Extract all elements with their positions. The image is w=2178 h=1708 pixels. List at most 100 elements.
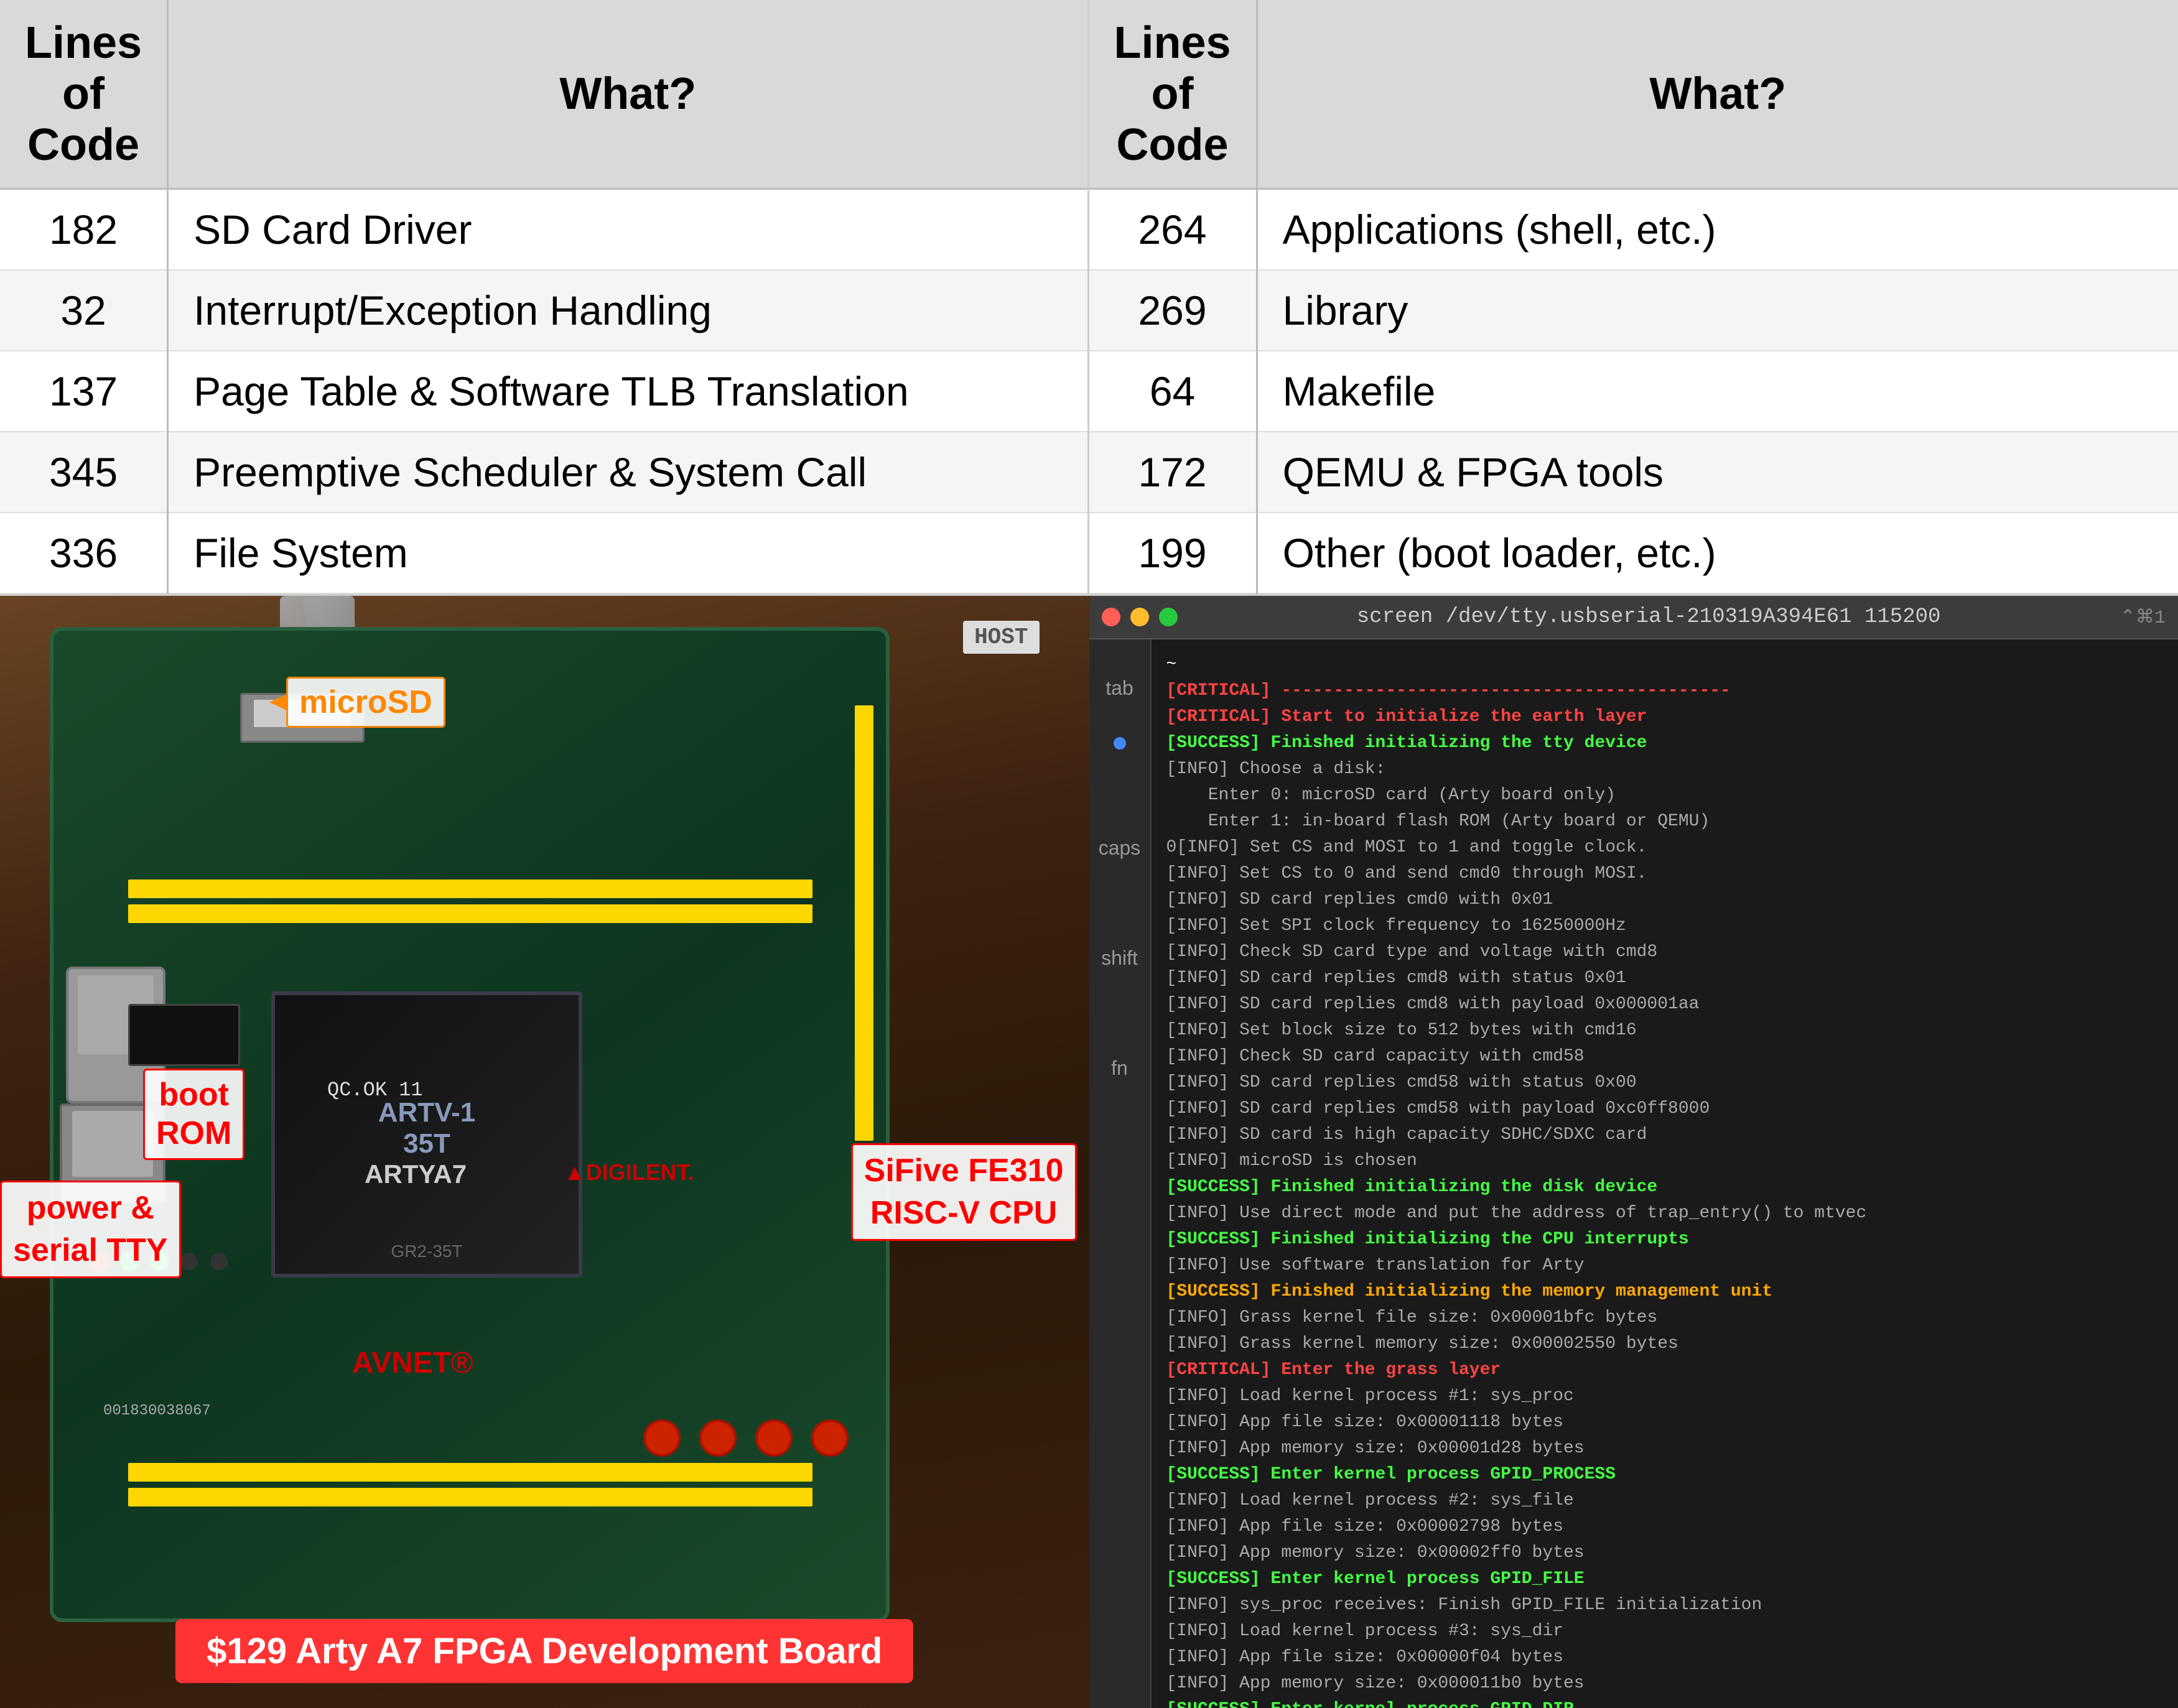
terminal-line: [INFO] Load kernel process #3: sys_dir [1166,1618,2164,1645]
table-row: 336File System [0,513,1087,593]
what-cell: Library [1257,270,2178,351]
terminal-line: [INFO] Check SD card type and voltage wi… [1166,939,2164,965]
board-section: HOST [0,596,1089,1708]
table-row: 199Other (boot loader, etc.) [1089,513,2178,593]
table-row: 182SD Card Driver [0,189,1087,271]
loc-cell: 345 [0,432,168,513]
terminal-line: [SUCCESS] Finished initializing the CPU … [1166,1227,2164,1253]
btn3 [755,1419,793,1457]
minimize-button[interactable] [1130,608,1149,626]
caps-key: caps [1099,837,1141,860]
shift-key: shift [1101,947,1138,970]
table-row: 32Interrupt/Exception Handling [0,270,1087,351]
header-pins-top2 [128,904,812,923]
terminal-line: [INFO] Set SPI clock frequency to 162500… [1166,913,2164,939]
terminal-line: [INFO] SD card replies cmd8 with payload… [1166,991,2164,1018]
close-button[interactable] [1102,608,1120,626]
terminal-line: [CRITICAL] -----------------------------… [1166,678,2164,704]
right-col1-header: Lines of Code [1089,0,1257,189]
terminal-line: [INFO] microSD is chosen [1166,1148,2164,1174]
right-col2-header: What? [1257,0,2178,189]
right-table: Lines of Code What? 264Applications (she… [1089,0,2178,594]
loc-cell: 64 [1089,351,1257,432]
board-price-label: $129 Arty A7 FPGA Development Board [175,1619,913,1683]
what-cell: Page Table & Software TLB Translation [168,351,1087,432]
header-pins-right [855,705,873,1141]
terminal-output: ~[CRITICAL] ----------------------------… [1152,639,2178,1708]
loc-cell: 336 [0,513,168,593]
what-cell: Preemptive Scheduler & System Call [168,432,1087,513]
terminal-line: [INFO] App file size: 0x00001118 bytes [1166,1409,2164,1436]
what-cell: File System [168,513,1087,593]
btn4 [811,1419,849,1457]
what-cell: Makefile [1257,351,2178,432]
terminal-line: [INFO] Choose a disk: [1166,756,2164,782]
serial-number: 001830038067 [103,1403,211,1419]
terminal-line: [SUCCESS] Finished initializing the memo… [1166,1279,2164,1305]
microsd-annotation: microSD [286,677,445,728]
left-col1-header: Lines of Code [0,0,168,189]
table-section: Lines of Code What? 182SD Card Driver32I… [0,0,2178,596]
led-ld2 [210,1253,228,1270]
terminal-line: [INFO] Grass kernel memory size: 0x00002… [1166,1331,2164,1357]
terminal-line: [SUCCESS] Enter kernel process GPID_PROC… [1166,1462,2164,1488]
terminal-line: [INFO] Load kernel process #1: sys_proc [1166,1383,2164,1409]
terminal-line: [INFO] App file size: 0x00002798 bytes [1166,1514,2164,1540]
terminal-line: [SUCCESS] Finished initializing the disk… [1166,1174,2164,1200]
terminal-line: [INFO] SD card replies cmd58 with status… [1166,1070,2164,1096]
loc-cell: 172 [1089,432,1257,513]
terminal-line: [INFO] sys_proc receives: Finish GPID_FI… [1166,1592,2164,1618]
terminal-line: [INFO] SD card is high capacity SDHC/SDX… [1166,1122,2164,1148]
boot-rom-annotation: bootROM [143,1069,244,1160]
keyboard-strip: tab caps shift fn [1089,639,1152,1708]
terminal-line: [INFO] Set block size to 512 bytes with … [1166,1018,2164,1044]
table-row: 64Makefile [1089,351,2178,432]
terminal-line: [INFO] App memory size: 0x00001d28 bytes [1166,1436,2164,1462]
what-cell: Interrupt/Exception Handling [168,270,1087,351]
fpga-chip: ARTV-135T GR2-35T [271,991,582,1278]
avnet-label: AVNET® [352,1346,473,1380]
terminal-line: [INFO] App memory size: 0x000011b0 bytes [1166,1671,2164,1697]
terminal-line: ~ [1166,652,2164,678]
terminal-line: [CRITICAL] Enter the grass layer [1166,1357,2164,1383]
loc-cell: 137 [0,351,168,432]
terminal-line: [SUCCESS] Enter kernel process GPID_FILE [1166,1566,2164,1592]
qc-label: QC.OK 11 [327,1079,423,1102]
table-row: 264Applications (shell, etc.) [1089,189,2178,271]
loc-cell: 182 [0,189,168,271]
header-pins-bottom2 [128,1488,812,1506]
loc-cell: 199 [1089,513,1257,593]
loc-cell: 269 [1089,270,1257,351]
power-serial-annotation: power &serial TTY [0,1181,181,1278]
terminal-line: [INFO] SD card replies cmd8 with status … [1166,965,2164,991]
loc-cell: 32 [0,270,168,351]
header-pins-bottom [128,1463,812,1482]
terminal-line: [INFO] Use software translation for Arty [1166,1253,2164,1279]
loc-cell: 264 [1089,189,1257,271]
terminal-line: [INFO] Use direct mode and put the addre… [1166,1200,2164,1227]
cpu-annotation: SiFive FE310RISC-V CPU [851,1143,1077,1241]
arty-label: ARTYA7 [365,1159,467,1189]
left-col2-header: What? [168,0,1087,189]
terminal-section: screen /dev/tty.usbserial-210319A394E61 … [1089,596,2178,1708]
caps-indicator [1114,737,1126,750]
tab-key: tab [1105,677,1133,700]
table-row: 345Preemptive Scheduler & System Call [0,432,1087,513]
terminal-line: 0[INFO] Set CS and MOSI to 1 and toggle … [1166,835,2164,861]
buttons-row [643,1419,849,1457]
terminal-line: [CRITICAL] Start to initialize the earth… [1166,704,2164,730]
bottom-section: HOST [0,596,2178,1708]
terminal-line: [INFO] Grass kernel file size: 0x00001bf… [1166,1305,2164,1331]
table-row: 137Page Table & Software TLB Translation [0,351,1087,432]
fn-key: fn [1111,1057,1128,1080]
maximize-button[interactable] [1159,608,1178,626]
terminal-line: [INFO] Load kernel process #2: sys_file [1166,1488,2164,1514]
terminal-line: [INFO] Set CS to 0 and send cmd0 through… [1166,861,2164,887]
terminal-shortcut: ⌃⌘1 [2120,606,2166,629]
table-row: 269Library [1089,270,2178,351]
terminal-line: [INFO] App memory size: 0x00002ff0 bytes [1166,1540,2164,1566]
left-table: Lines of Code What? 182SD Card Driver32I… [0,0,1089,594]
host-label: HOST [963,621,1039,654]
table-row: 172QEMU & FPGA tools [1089,432,2178,513]
digilent-label: ▲DIGILENT. [564,1159,694,1186]
